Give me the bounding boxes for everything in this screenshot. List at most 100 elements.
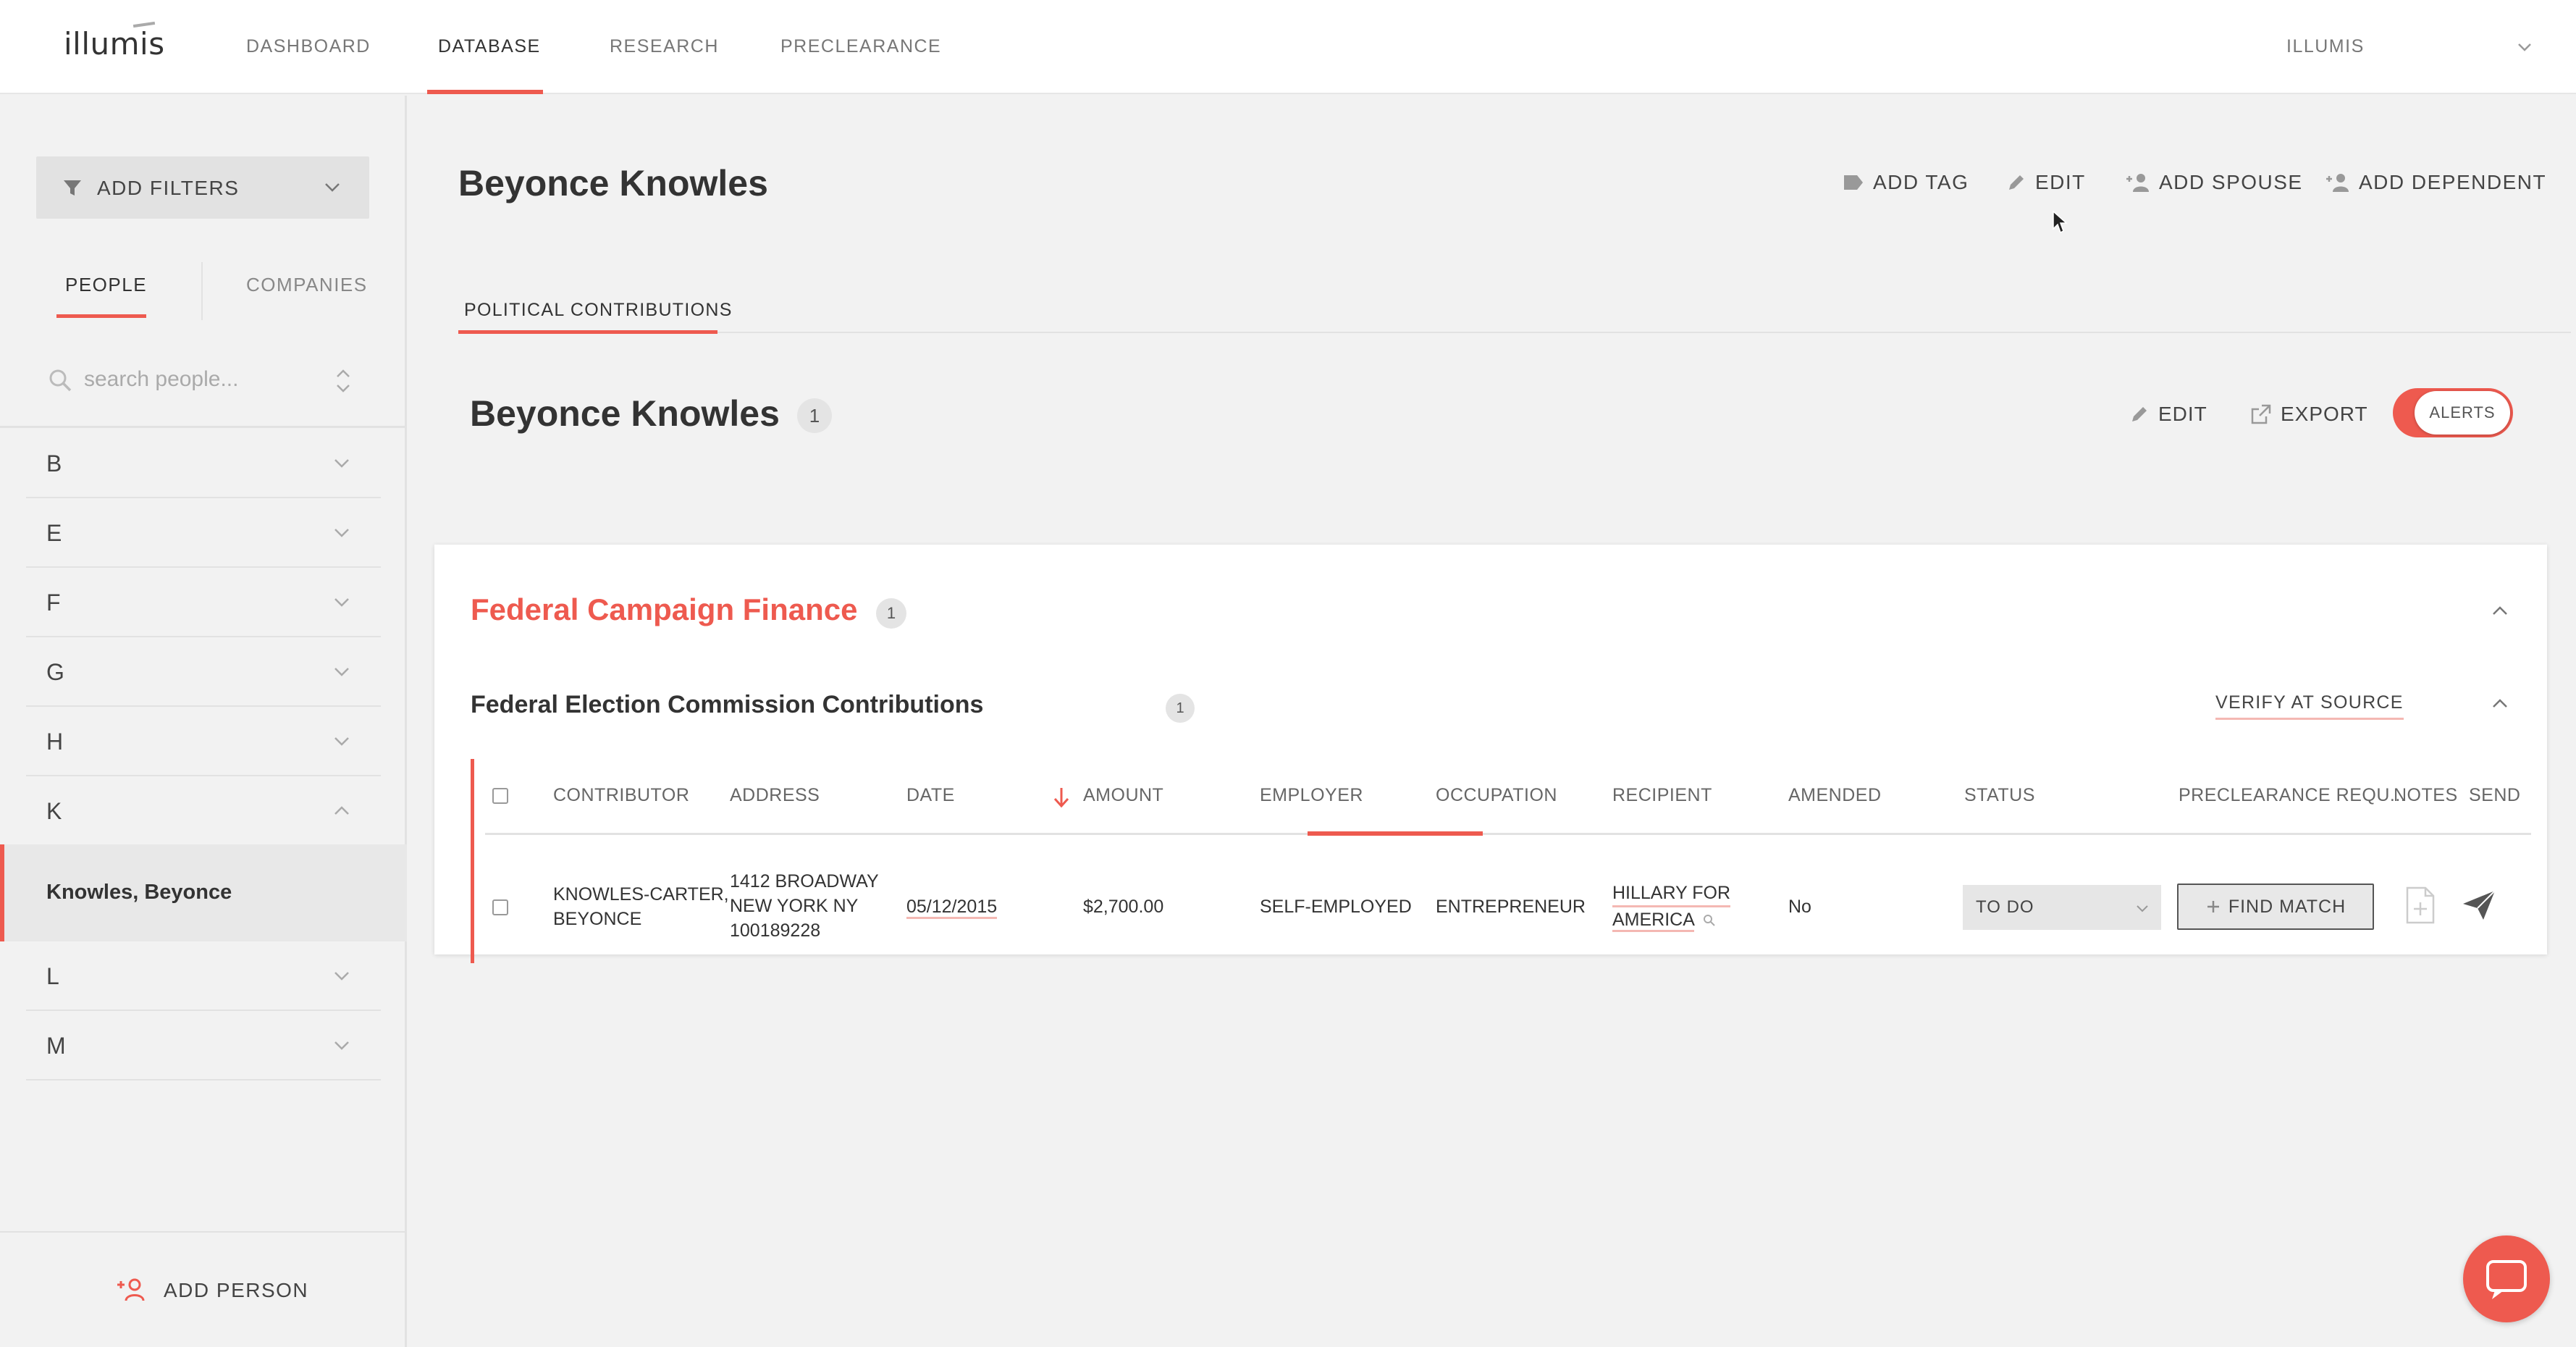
add-person-label: ADD PERSON — [164, 1279, 309, 1301]
column-header-employer[interactable]: EMPLOYER — [1260, 785, 1363, 806]
column-header-status[interactable]: STATUS — [1964, 785, 2035, 806]
person-name: Knowles, Beyonce — [46, 881, 232, 904]
chevron-down-icon[interactable] — [2514, 36, 2535, 58]
select-all-checkbox[interactable] — [492, 788, 508, 804]
filter-icon — [64, 180, 81, 196]
nav-research[interactable]: RESEARCH — [610, 36, 719, 57]
contributor-line: BEYONCE — [553, 909, 642, 929]
add-tag-label: ADD TAG — [1873, 171, 1969, 193]
chevron-down-icon — [334, 737, 349, 746]
export-button[interactable]: EXPORT — [2250, 403, 2368, 426]
column-header-contributor[interactable]: CONTRIBUTOR — [553, 785, 689, 806]
top-navigation: illumis DASHBOARD DATABASE RESEARCH PREC… — [0, 0, 2576, 94]
subsection-count-badge: 1 — [1166, 694, 1195, 723]
letter-group-g[interactable]: G — [26, 637, 381, 707]
status-value: TO DO — [1976, 897, 2034, 917]
chevron-down-icon — [2137, 905, 2148, 912]
cell-recipient[interactable]: HILLARY FOR AMERICA — [1612, 881, 1731, 932]
cell-address: 1412 BROADWAY NEW YORK NY 100189228 — [730, 869, 879, 943]
card-count-badge: 1 — [876, 598, 906, 629]
find-match-label: FIND MATCH — [2228, 896, 2346, 917]
letter-group-b[interactable]: B — [26, 429, 381, 498]
chevron-up-icon[interactable] — [2488, 691, 2512, 716]
arrow-down-icon — [1053, 788, 1069, 808]
tab-people[interactable]: PEOPLE — [65, 274, 147, 296]
tab-active-indicator — [458, 330, 717, 334]
contributor-line: KNOWLES-CARTER, — [553, 884, 729, 905]
letter-group-h[interactable]: H — [26, 707, 381, 776]
letter-group-m[interactable]: M — [26, 1011, 381, 1080]
sidebar: ADD FILTERS PEOPLE COMPANIES B — [0, 96, 407, 1347]
add-user-icon — [2326, 174, 2349, 192]
sort-indicator — [1308, 831, 1483, 836]
date-value[interactable]: 05/12/2015 — [906, 897, 998, 919]
chevron-down-icon — [334, 459, 349, 468]
column-header-date[interactable]: DATE — [906, 785, 955, 806]
logo[interactable]: illumis — [64, 21, 165, 62]
letter-label: K — [46, 798, 62, 824]
letter-group-f[interactable]: F — [26, 568, 381, 637]
magnify-icon — [1704, 915, 1716, 926]
address-line: 100189228 — [730, 920, 821, 941]
org-menu-label[interactable]: ILLUMIS — [2286, 36, 2365, 57]
chevron-down-icon — [334, 598, 349, 607]
chevron-up-icon — [334, 806, 349, 815]
person-item-knowles-beyonce[interactable]: Knowles, Beyonce — [0, 844, 407, 941]
column-header-notes[interactable]: NOTES — [2394, 785, 2458, 806]
column-header-send[interactable]: SEND — [2469, 785, 2520, 806]
letter-label: B — [46, 450, 62, 477]
edit-person-button[interactable]: EDIT — [2006, 171, 2086, 194]
subsection-title: Federal Election Commission Contribution… — [471, 691, 984, 718]
letter-label: M — [46, 1033, 66, 1059]
page-title: Beyonce Knowles — [458, 163, 768, 203]
letter-group-l[interactable]: L — [26, 941, 381, 1011]
add-filters-button[interactable]: ADD FILTERS — [36, 156, 369, 219]
letter-group-k[interactable]: K — [26, 776, 381, 846]
letter-label: E — [46, 520, 62, 546]
people-search — [43, 352, 362, 410]
file-icon[interactable] — [2405, 886, 2436, 924]
tab-political-contributions[interactable]: POLITICAL CONTRIBUTIONS — [464, 300, 733, 321]
verify-at-source-link[interactable]: VERIFY AT SOURCE — [2215, 692, 2404, 720]
export-label: EXPORT — [2281, 403, 2368, 425]
cell-contributor: KNOWLES-CARTER, BEYONCE — [553, 882, 729, 931]
column-header-recipient[interactable]: RECIPIENT — [1612, 785, 1712, 806]
recipient-line: AMERICA — [1612, 910, 1694, 932]
edit-section-button[interactable]: EDIT — [2129, 403, 2207, 426]
add-person-button[interactable]: ADD PERSON — [0, 1231, 407, 1347]
alerts-toggle[interactable]: ALERTS — [2393, 388, 2513, 437]
send-icon[interactable] — [2462, 889, 2496, 921]
column-header-amended[interactable]: AMENDED — [1788, 785, 1882, 806]
cell-amount: $2,700.00 — [1083, 897, 1164, 917]
sort-icon[interactable] — [333, 366, 353, 395]
chevron-up-icon[interactable] — [2488, 598, 2512, 623]
chevron-down-icon — [334, 668, 349, 676]
tab-active-indicator — [56, 314, 146, 318]
letter-group-e[interactable]: E — [26, 498, 381, 568]
add-dependent-label: ADD DEPENDENT — [2359, 171, 2547, 193]
add-tag-button[interactable]: ADD TAG — [1843, 171, 1969, 194]
search-icon — [49, 369, 72, 392]
tab-companies[interactable]: COMPANIES — [246, 274, 368, 296]
add-spouse-label: ADD SPOUSE — [2159, 171, 2303, 193]
column-header-amount[interactable]: AMOUNT — [1083, 785, 1163, 806]
status-select[interactable]: TO DO — [1963, 885, 2161, 930]
column-header-preclearance[interactable]: PRECLEARANCE REQU... — [2179, 785, 2406, 806]
nav-dashboard[interactable]: DASHBOARD — [246, 36, 371, 57]
chat-support-button[interactable] — [2463, 1235, 2550, 1322]
search-input[interactable] — [84, 362, 301, 397]
add-dependent-button[interactable]: ADD DEPENDENT — [2325, 171, 2546, 194]
add-spouse-button[interactable]: ADD SPOUSE — [2126, 171, 2303, 194]
federal-campaign-finance-card: Federal Campaign Finance 1 Federal Elect… — [434, 545, 2547, 963]
find-match-button[interactable]: FIND MATCH — [2177, 884, 2374, 930]
export-icon — [2251, 404, 2271, 424]
column-header-address[interactable]: ADDRESS — [730, 785, 820, 806]
main-content: Beyonce Knowles ADD TAG EDIT ADD SPOUSE … — [409, 96, 2576, 1347]
letter-label: L — [46, 963, 59, 989]
row-checkbox[interactable] — [492, 899, 508, 915]
edit-section-label: EDIT — [2158, 403, 2207, 425]
nav-database[interactable]: DATABASE — [438, 36, 541, 57]
column-header-occupation[interactable]: OCCUPATION — [1436, 785, 1557, 806]
letter-label: G — [46, 659, 64, 685]
nav-preclearance[interactable]: PRECLEARANCE — [780, 36, 941, 57]
